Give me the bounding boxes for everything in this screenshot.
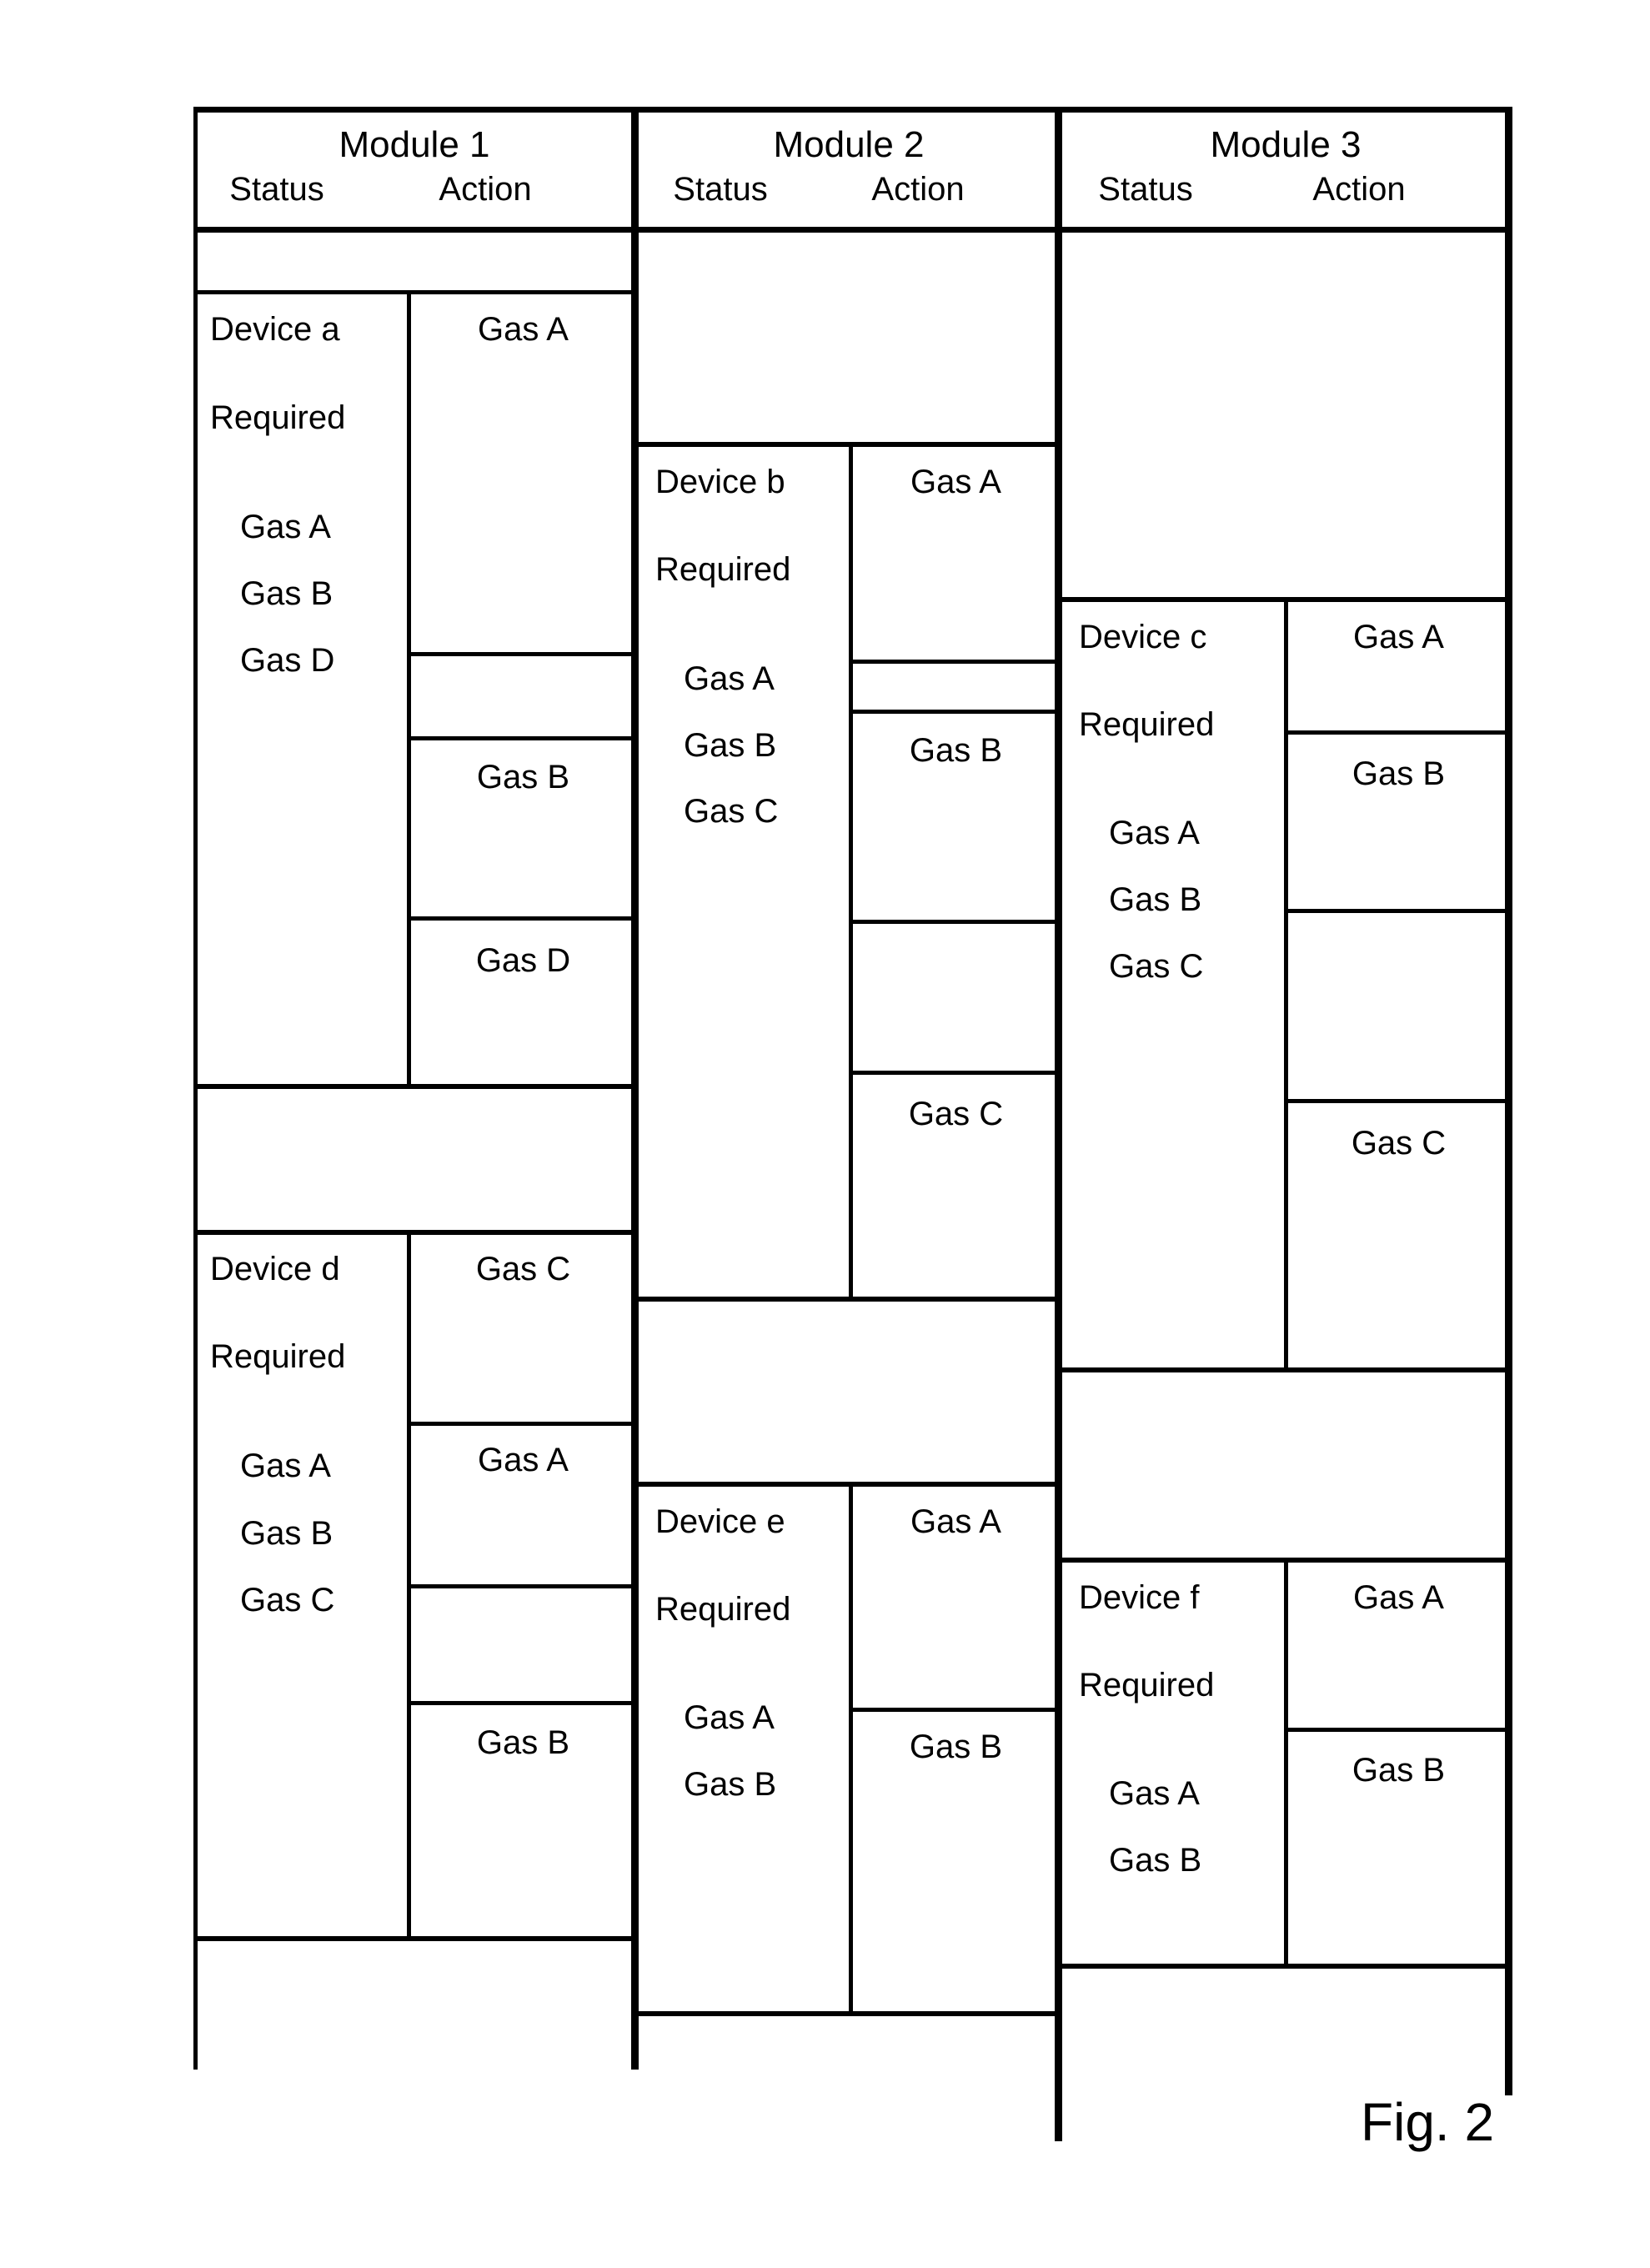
module3-device-f-required-gas-0: Gas A — [1109, 1775, 1200, 1812]
module3-device-c-required-gas-0: Gas A — [1109, 815, 1200, 851]
module2-module3-separator — [1055, 107, 1062, 2141]
module3-device-f-required-gas-1: Gas B — [1109, 1842, 1202, 1879]
module1-device-a-action-3: Gas D — [475, 942, 571, 979]
module2-device-b-block-bottom-border — [639, 1297, 1059, 1302]
module3-device-c-action-0: Gas A — [1353, 619, 1444, 655]
module2-header-top-border — [639, 107, 1059, 113]
figure-caption: Fig. 2 — [1361, 2092, 1495, 2152]
module2-device-e-action-1: Gas B — [909, 1729, 1003, 1765]
module3-right-border — [1505, 107, 1512, 2095]
module1-spacer-row-border — [193, 290, 635, 294]
module1-device-a-action-divider-2 — [407, 916, 635, 921]
module2-device-b-action-0: Gas A — [910, 464, 1001, 500]
module2-status-header: Status — [673, 171, 768, 208]
module1-action-header: Action — [439, 171, 532, 208]
module1-device-d-column-divider — [407, 1230, 411, 1936]
module1-device-d-required-label: Required — [210, 1338, 346, 1375]
module2-device-b-required-label: Required — [655, 551, 791, 588]
module1-left-border — [193, 107, 198, 2070]
module2-device-e-block-bottom-border — [639, 2011, 1059, 2016]
module1-device-d-action-1: Gas A — [478, 1442, 569, 1478]
module3-device-c-required-gas-2: Gas C — [1109, 948, 1204, 985]
module1-device-a-required-gas-2: Gas D — [240, 642, 335, 679]
module3-device-c-action-2: Gas C — [1351, 1125, 1447, 1162]
module1-device-d-required-gas-1: Gas B — [240, 1515, 334, 1552]
module2-device-b-action-divider-2 — [849, 920, 1059, 924]
module2-device-e-action-0: Gas A — [910, 1503, 1001, 1540]
module3-device-f-action-0: Gas A — [1353, 1579, 1444, 1616]
module3-header-top-border — [1062, 107, 1509, 113]
module1-device-a-action-2: Gas B — [476, 759, 570, 795]
module1-device-a-action-divider-1 — [407, 736, 635, 740]
module3-device-f-action-divider-0 — [1284, 1728, 1509, 1732]
module2-device-b-required-gas-1: Gas B — [684, 727, 777, 764]
module1-device-d-required-gas-0: Gas A — [240, 1448, 331, 1484]
module2-action-header: Action — [871, 171, 965, 208]
module1-device-a-name: Device a — [210, 311, 340, 348]
module2-device-b-required-gas-0: Gas A — [684, 660, 775, 697]
module1-device-d-action-divider-2 — [407, 1701, 635, 1705]
module1-device-d-action-divider-0 — [407, 1422, 635, 1426]
module2-device-e-required-gas-0: Gas A — [684, 1699, 775, 1736]
patent-figure: Module 1 Status Action Device a Required… — [0, 0, 1650, 2268]
module3-title: Module 3 — [1210, 124, 1362, 165]
module1-device-a-required-label: Required — [210, 399, 346, 436]
module3-device-c-name: Device c — [1079, 619, 1207, 655]
module1-device-a-action-divider-0 — [407, 652, 635, 656]
module3-device-c-action-divider-1 — [1284, 909, 1509, 913]
module1-device-d-name: Device d — [210, 1251, 340, 1287]
module1-device-d-action-3: Gas B — [476, 1724, 570, 1761]
module2-device-b-required-gas-2: Gas C — [684, 793, 779, 830]
module3-header-bottom-border — [1062, 227, 1509, 233]
module1-device-d-action-0: Gas C — [475, 1251, 571, 1287]
module3-device-f-name: Device f — [1079, 1579, 1200, 1616]
module1-device-a-action-0: Gas A — [478, 311, 569, 348]
module3-device-c-column-divider — [1284, 597, 1288, 1367]
module1-gap-row-bottom-border — [193, 1230, 635, 1235]
module1-status-header: Status — [229, 171, 324, 208]
module2-header-bottom-border — [639, 227, 1059, 233]
module3-device-f-action-1: Gas B — [1352, 1752, 1446, 1789]
module3-device-c-block-bottom-border — [1062, 1367, 1509, 1372]
module2-device-b-action-4: Gas C — [908, 1096, 1004, 1132]
module3-device-c-required-label: Required — [1079, 706, 1215, 743]
module2-device-e-required-label: Required — [655, 1591, 791, 1628]
module2-device-b-action-divider-3 — [849, 1071, 1059, 1075]
module2-device-b-column-divider — [849, 442, 853, 1297]
module1-header-bottom-border — [193, 227, 635, 233]
module2-device-b-action-2: Gas B — [909, 732, 1003, 769]
module2-title: Module 2 — [773, 124, 925, 165]
module3-device-c-action-divider-2 — [1284, 1099, 1509, 1103]
module2-device-e-action-divider-0 — [849, 1708, 1059, 1712]
module1-device-a-required-gas-0: Gas A — [240, 509, 331, 545]
module3-device-c-action-1: Gas B — [1352, 755, 1446, 792]
module1-device-d-block-bottom-border — [193, 1936, 635, 1941]
module2-device-b-action-divider-1 — [849, 710, 1059, 714]
module3-device-c-required-gas-1: Gas B — [1109, 881, 1202, 918]
module1-device-d-action-divider-1 — [407, 1584, 635, 1588]
module2-device-e-required-gas-1: Gas B — [684, 1766, 777, 1803]
module2-device-e-name: Device e — [655, 1503, 785, 1540]
module1-device-a-block-bottom-border — [193, 1084, 635, 1089]
module2-device-b-action-divider-0 — [849, 660, 1059, 664]
module1-title: Module 1 — [339, 124, 490, 165]
module1-header-top-border — [193, 107, 635, 113]
module3-device-f-required-label: Required — [1079, 1667, 1215, 1704]
module3-status-header: Status — [1098, 171, 1193, 208]
module3-action-header: Action — [1312, 171, 1406, 208]
module3-device-c-action-divider-0 — [1284, 730, 1509, 735]
module3-device-f-block-bottom-border — [1062, 1964, 1509, 1969]
module1-device-d-required-gas-2: Gas C — [240, 1582, 335, 1618]
module2-device-b-name: Device b — [655, 464, 785, 500]
module1-device-a-required-gas-1: Gas B — [240, 575, 334, 612]
module1-module2-separator — [631, 107, 639, 2070]
